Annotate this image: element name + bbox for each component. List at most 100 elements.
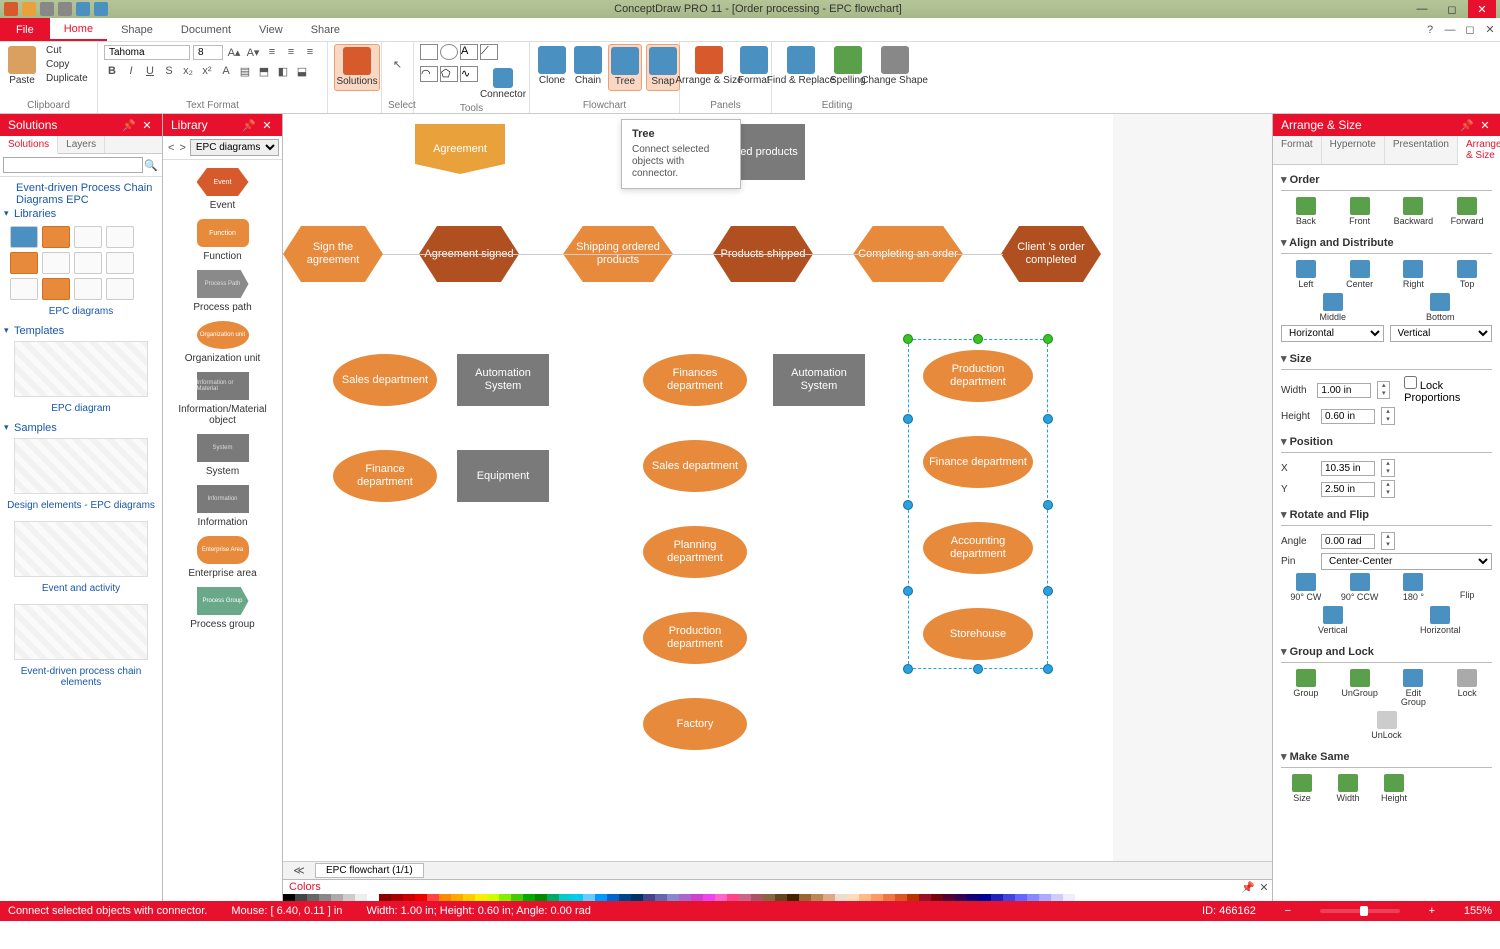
- sheet-tab[interactable]: EPC flowchart (1/1): [315, 863, 424, 878]
- color-swatch[interactable]: [619, 894, 631, 901]
- width-input[interactable]: [1317, 383, 1371, 398]
- qat-icon[interactable]: [58, 2, 72, 16]
- qat-icon[interactable]: [94, 2, 108, 16]
- close-icon[interactable]: ✕: [1478, 119, 1492, 132]
- help-icon[interactable]: ?: [1420, 18, 1440, 41]
- library-item[interactable]: Process PathProcess path: [163, 266, 282, 317]
- color-swatch[interactable]: [307, 894, 319, 901]
- section-order[interactable]: Order: [1281, 171, 1492, 191]
- library-combo[interactable]: EPC diagrams: [190, 139, 279, 156]
- align-left-icon[interactable]: ≡: [264, 44, 280, 60]
- subscript-icon[interactable]: x₂: [180, 63, 196, 79]
- sel-handle[interactable]: [973, 664, 983, 674]
- color-swatch[interactable]: [331, 894, 343, 901]
- tab-document[interactable]: Document: [167, 18, 245, 41]
- tool-line[interactable]: ⟋: [480, 44, 498, 60]
- tab-view[interactable]: View: [245, 18, 297, 41]
- color-swatch[interactable]: [871, 894, 883, 901]
- close-icon[interactable]: ✕: [260, 119, 274, 132]
- color-swatch[interactable]: [943, 894, 955, 901]
- copy-button[interactable]: Copy: [42, 58, 92, 71]
- tab-shape[interactable]: Shape: [107, 18, 167, 41]
- color-swatch[interactable]: [343, 894, 355, 901]
- section-make-same[interactable]: Make Same: [1281, 748, 1492, 768]
- sel-handle[interactable]: [973, 334, 983, 344]
- spinner[interactable]: ▴▾: [1377, 381, 1390, 399]
- valign-top-icon[interactable]: ⬒: [256, 63, 272, 79]
- font-color-icon[interactable]: A: [218, 63, 234, 79]
- color-swatch[interactable]: [1027, 894, 1039, 901]
- sel-handle[interactable]: [1043, 414, 1053, 424]
- lock-proportions-checkbox[interactable]: Lock Proportions: [1404, 376, 1492, 404]
- color-swatch[interactable]: [931, 894, 943, 901]
- tab-share[interactable]: Share: [297, 18, 354, 41]
- sel-handle[interactable]: [903, 664, 913, 674]
- lib-thumb[interactable]: [74, 252, 102, 274]
- tab-home[interactable]: Home: [50, 18, 107, 41]
- align-bottom-button[interactable]: Bottom: [1419, 293, 1461, 322]
- underline-icon[interactable]: U: [142, 63, 158, 79]
- qat-icon[interactable]: [76, 2, 90, 16]
- color-swatch[interactable]: [595, 894, 607, 901]
- color-swatch[interactable]: [1015, 894, 1027, 901]
- file-tab[interactable]: File: [0, 18, 50, 41]
- font-size-combo[interactable]: [193, 45, 223, 60]
- close-button[interactable]: ✕: [1468, 0, 1496, 18]
- make-width-button[interactable]: Width: [1327, 774, 1369, 803]
- subtab-hypernote[interactable]: Hypernote: [1322, 136, 1385, 164]
- color-swatch[interactable]: [439, 894, 451, 901]
- library-item[interactable]: EventEvent: [163, 164, 282, 215]
- color-swatch[interactable]: [583, 894, 595, 901]
- order-backward-button[interactable]: Backward: [1392, 197, 1434, 226]
- shape-store[interactable]: Storehouse: [923, 608, 1033, 660]
- color-swatch[interactable]: [487, 894, 499, 901]
- library-item[interactable]: Process GroupProcess group: [163, 583, 282, 634]
- template-thumb[interactable]: [14, 341, 148, 397]
- library-item[interactable]: FunctionFunction: [163, 215, 282, 266]
- tree-button[interactable]: Tree: [608, 44, 642, 91]
- pin-icon[interactable]: 📌: [1240, 879, 1256, 895]
- superscript-icon[interactable]: x²: [199, 63, 215, 79]
- spinner[interactable]: ▴▾: [1381, 459, 1395, 477]
- make-height-button[interactable]: Height: [1373, 774, 1415, 803]
- search-icon[interactable]: 🔍: [143, 157, 159, 173]
- shape-factory[interactable]: Factory: [643, 698, 747, 750]
- order-forward-button[interactable]: Forward: [1446, 197, 1488, 226]
- solutions-button[interactable]: Solutions: [334, 44, 380, 91]
- subtab-solutions[interactable]: Solutions: [0, 136, 58, 154]
- clone-button[interactable]: Clone: [536, 44, 568, 89]
- library-item[interactable]: InformationInformation: [163, 481, 282, 532]
- pin-icon[interactable]: 📌: [122, 119, 136, 132]
- color-swatch[interactable]: [811, 894, 823, 901]
- sample-name[interactable]: Event-driven process chain elements: [6, 664, 156, 694]
- lib-thumb[interactable]: [74, 226, 102, 248]
- grow-font-icon[interactable]: A▴: [226, 44, 242, 60]
- lib-thumb[interactable]: [42, 252, 70, 274]
- shape-finances-dept[interactable]: Finances department: [643, 354, 747, 406]
- pin-icon[interactable]: 📌: [1460, 119, 1474, 132]
- color-swatches[interactable]: [283, 894, 1272, 901]
- lib-thumb[interactable]: [10, 278, 38, 300]
- qat-icon[interactable]: [4, 2, 18, 16]
- library-item[interactable]: Enterprise AreaEnterprise area: [163, 532, 282, 583]
- color-swatch[interactable]: [667, 894, 679, 901]
- color-swatch[interactable]: [367, 894, 379, 901]
- color-swatch[interactable]: [283, 894, 295, 901]
- arrange-size-button[interactable]: Arrange & Size: [686, 44, 732, 89]
- pin-icon[interactable]: 📌: [242, 119, 256, 132]
- template-name[interactable]: EPC diagram: [6, 401, 156, 420]
- spinner[interactable]: ▴▾: [1381, 532, 1395, 550]
- shape-production[interactable]: Production department: [643, 612, 747, 664]
- library-list[interactable]: EventEventFunctionFunctionProcess PathPr…: [163, 160, 282, 901]
- color-swatch[interactable]: [547, 894, 559, 901]
- close-icon[interactable]: ✕: [140, 119, 154, 132]
- spinner[interactable]: ▴▾: [1381, 407, 1395, 425]
- italic-icon[interactable]: I: [123, 63, 139, 79]
- library-item[interactable]: Information or MaterialInformation/Mater…: [163, 368, 282, 430]
- color-swatch[interactable]: [475, 894, 487, 901]
- bold-icon[interactable]: B: [104, 63, 120, 79]
- font-combo[interactable]: [104, 45, 190, 60]
- color-swatch[interactable]: [1003, 894, 1015, 901]
- align-center-icon[interactable]: ≡: [283, 44, 299, 60]
- zoom-in-icon[interactable]: +: [1424, 903, 1440, 919]
